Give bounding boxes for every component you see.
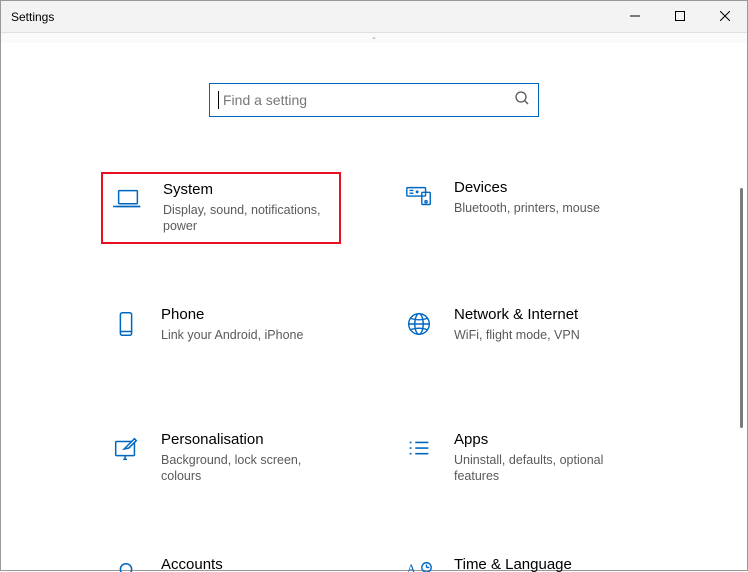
tile-personalisation[interactable]: Personalisation Background, lock screen,… [101, 424, 341, 494]
tile-desc: Link your Android, iPhone [161, 327, 303, 343]
tile-system[interactable]: System Display, sound, notifications, po… [101, 172, 341, 244]
search-input[interactable] [221, 91, 501, 109]
tile-desc: Bluetooth, printers, mouse [454, 200, 600, 216]
maximize-button[interactable] [657, 1, 702, 31]
tile-title: Personalisation [161, 432, 331, 449]
globe-icon [404, 309, 440, 344]
personalisation-icon [111, 434, 147, 469]
accounts-icon [111, 559, 147, 572]
devices-icon [404, 182, 440, 217]
tile-devices[interactable]: Devices Bluetooth, printers, mouse [394, 172, 634, 244]
tile-desc: Uninstall, defaults, optional features [454, 452, 624, 485]
tile-title: Phone [161, 307, 303, 324]
phone-icon [111, 309, 147, 344]
tile-time-language[interactable]: A 字 Time & Language Speech, region, date [394, 549, 634, 572]
tile-title: Devices [454, 180, 600, 197]
tile-title: Accounts [161, 557, 331, 572]
text-caret [218, 91, 219, 109]
tile-title: Time & Language [454, 557, 572, 572]
tile-accounts[interactable]: Accounts Your accounts, email, sync, wor… [101, 549, 341, 572]
tile-title: System [163, 182, 329, 199]
tile-title: Network & Internet [454, 307, 580, 324]
tile-network[interactable]: Network & Internet WiFi, flight mode, VP… [394, 299, 634, 369]
tile-desc: Display, sound, notifications, power [163, 202, 329, 235]
laptop-icon [113, 184, 149, 219]
titlebar: Settings [1, 1, 747, 33]
settings-grid: System Display, sound, notifications, po… [101, 172, 647, 572]
scrollbar[interactable] [736, 188, 746, 448]
window-title: Settings [11, 10, 54, 24]
search-box[interactable] [209, 83, 539, 117]
time-language-icon: A 字 [404, 559, 440, 572]
tile-apps[interactable]: Apps Uninstall, defaults, optional featu… [394, 424, 634, 494]
content-area: System Display, sound, notifications, po… [1, 43, 747, 572]
tile-desc: WiFi, flight mode, VPN [454, 327, 580, 343]
minimize-button[interactable] [612, 1, 657, 31]
tile-title: Apps [454, 432, 624, 449]
subtitle-bar: - [1, 33, 747, 43]
apps-icon [404, 434, 440, 469]
tile-phone[interactable]: Phone Link your Android, iPhone [101, 299, 341, 369]
close-button[interactable] [702, 1, 747, 31]
tile-desc: Background, lock screen, colours [161, 452, 331, 485]
scrollbar-thumb[interactable] [740, 188, 743, 428]
search-icon [514, 90, 530, 111]
